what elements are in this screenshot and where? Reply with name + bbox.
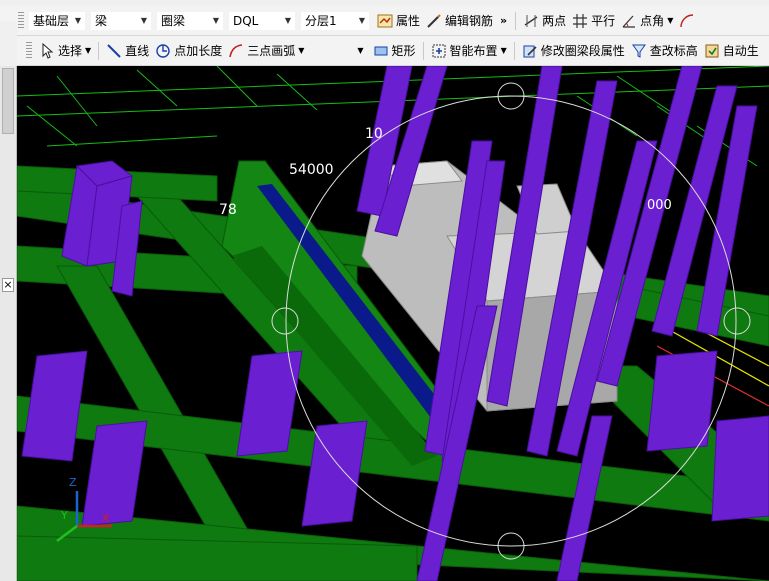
toolbar-overflow-icon[interactable]: »: [496, 14, 511, 27]
chevron-down-icon: ▼: [140, 16, 147, 25]
3d-viewport[interactable]: 54000 78 10 000 Z X Y: [17, 66, 769, 581]
select-label: 选择: [58, 44, 83, 58]
rect-label: 矩形: [391, 44, 416, 58]
line-label: 直线: [125, 44, 150, 58]
check-elevation-button[interactable]: 查改标高: [628, 40, 701, 62]
parallel-label: 平行: [591, 14, 616, 28]
property-button[interactable]: 属性: [374, 10, 423, 32]
separator: [98, 41, 100, 60]
three-point-arc-label: 三点画弧: [247, 44, 296, 58]
smart-layout-button[interactable]: 智能布置 ▼: [428, 40, 510, 62]
element-type-value: 梁: [95, 14, 108, 28]
toolbar-main: 基础层 ▼ 梁 ▼ 圈梁 ▼ DQL ▼ 分层1 ▼ 属性 编辑钢筋 » 两点 …: [0, 6, 769, 36]
axis-z-label: Z: [69, 476, 77, 489]
auto-generate-icon: [705, 44, 719, 57]
dimension-label: 000: [647, 198, 672, 213]
element-type-combo[interactable]: 梁 ▼: [90, 10, 152, 31]
line-icon: [107, 43, 121, 58]
smart-layout-icon: [432, 44, 446, 57]
floor-combo-value: 基础层: [33, 14, 70, 28]
two-points-icon: [524, 14, 538, 27]
edit-rebar-label: 编辑钢筋: [445, 14, 494, 28]
left-dock-header: [0, 22, 17, 66]
property-icon: [377, 14, 393, 27]
more-tools-button[interactable]: [676, 10, 701, 32]
point-length-icon: [156, 43, 170, 58]
layer-combo-value: 分层1: [305, 14, 337, 28]
axis-y-label: Y: [61, 509, 68, 522]
point-angle-button[interactable]: 点角 ▼: [618, 10, 676, 32]
chevron-down-icon: ▼: [284, 16, 291, 25]
left-dock-scroll-thumb[interactable]: [2, 68, 14, 134]
element-subtype-value: 圈梁: [161, 14, 186, 28]
close-icon[interactable]: ×: [2, 278, 14, 292]
separator: [515, 11, 517, 30]
toolbar-draw: 选择 ▼ 直线 点加长度 三点画弧 ▼ ▼ 矩形 智能布置 ▼ 修改圈梁段属性 …: [0, 36, 769, 66]
check-elevation-label: 查改标高: [649, 44, 698, 58]
parallel-button[interactable]: 平行: [569, 10, 618, 32]
two-points-button[interactable]: 两点: [520, 10, 569, 32]
floor-combo[interactable]: 基础层 ▼: [28, 10, 86, 31]
cursor-icon: [42, 42, 54, 59]
toolbar-grip[interactable]: [18, 11, 24, 30]
point-angle-icon: [622, 15, 636, 28]
arc-icon: [229, 43, 243, 57]
chevron-down-icon: ▼: [500, 46, 507, 55]
chevron-down-icon: ▼: [667, 16, 674, 25]
modify-props-button[interactable]: 修改圈梁段属性: [519, 40, 628, 62]
dimension-label: 10: [365, 126, 383, 142]
point-length-button[interactable]: 点加长度: [152, 40, 225, 62]
chevron-down-icon[interactable]: ▼: [357, 46, 363, 55]
separator: [422, 41, 424, 60]
auto-generate-label: 自动生: [722, 44, 759, 58]
dimension-label: 54000: [289, 162, 334, 178]
parallel-icon: [573, 13, 588, 28]
arc-tool-icon: [680, 13, 694, 27]
chevron-down-icon: ▼: [358, 16, 365, 25]
element-subtype-combo[interactable]: 圈梁 ▼: [156, 10, 224, 31]
dimension-label: 78: [219, 202, 237, 218]
layer-combo[interactable]: 分层1 ▼: [300, 10, 370, 31]
chevron-down-icon: ▼: [212, 16, 219, 25]
two-points-label: 两点: [542, 14, 567, 28]
three-point-arc-button[interactable]: 三点画弧 ▼: [225, 40, 307, 62]
modify-props-label: 修改圈梁段属性: [540, 44, 625, 58]
select-button[interactable]: 选择 ▼: [36, 40, 94, 62]
chevron-down-icon: ▼: [298, 46, 305, 55]
model-canvas[interactable]: [17, 66, 769, 581]
left-dock-panel[interactable]: ×: [0, 22, 17, 581]
chevron-down-icon: ▼: [74, 16, 81, 25]
point-length-label: 点加长度: [174, 44, 223, 58]
rect-button[interactable]: 矩形: [370, 40, 419, 62]
axis-x-label: X: [102, 512, 110, 525]
separator: [513, 41, 515, 60]
line-button[interactable]: 直线: [103, 40, 152, 62]
chevron-down-icon: ▼: [85, 46, 92, 55]
check-elevation-icon: [631, 44, 646, 58]
auto-generate-button[interactable]: 自动生: [701, 40, 762, 62]
toolbar-grip[interactable]: [26, 41, 32, 60]
element-name-value: DQL: [233, 13, 259, 28]
modify-props-icon: [523, 45, 537, 57]
property-label: 属性: [396, 14, 421, 28]
rect-icon: [374, 46, 388, 55]
element-name-combo[interactable]: DQL ▼: [228, 10, 296, 31]
edit-rebar-icon: [427, 13, 441, 28]
edit-rebar-button[interactable]: 编辑钢筋: [423, 10, 496, 32]
point-angle-label: 点角: [640, 14, 665, 28]
smart-layout-label: 智能布置: [449, 44, 498, 58]
